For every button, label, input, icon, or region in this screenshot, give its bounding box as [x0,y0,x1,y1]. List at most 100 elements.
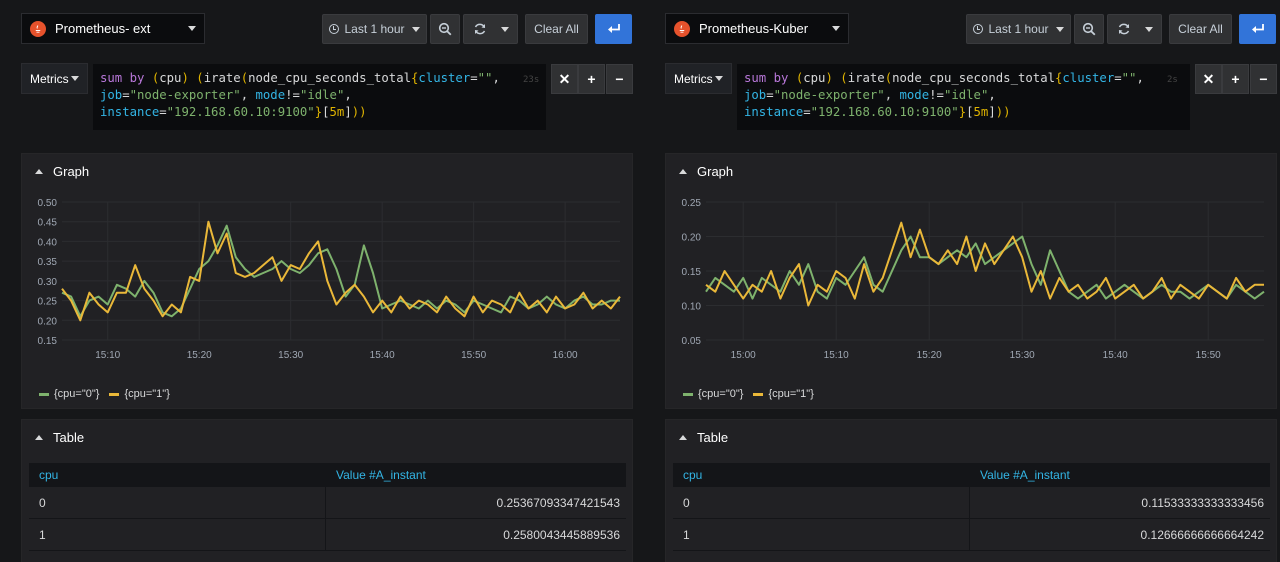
prometheus-logo-icon [674,20,690,37]
y-tick-label: 0.15 [38,336,58,347]
table-header-row: cpu Value #A_instant [29,463,626,487]
zoom-out-icon [1082,22,1096,36]
chevron-down-icon [411,26,420,32]
clear-all-label: Clear All [1178,22,1223,36]
graph-panel-header[interactable]: Graph [679,164,733,179]
add-query-button[interactable]: + [1222,64,1249,94]
x-tick-label: 15:40 [1103,350,1128,361]
cpu-line-chart[interactable]: 0.25 0.20 0.15 0.10 0.05 15:00 15:10 15:20 15:30… [666,182,1276,382]
metrics-button[interactable]: Metrics [665,63,732,94]
table-panel-header[interactable]: Table [35,430,84,445]
clock-icon [329,24,340,34]
legend-swatch [753,392,764,396]
y-tick-label: 0.25 [682,198,702,209]
clock-icon [973,24,984,34]
cell-value: 0.25367093347421543 [496,495,620,510]
query-line-1: sum by (cpu) (irate(node_cpu_seconds_tot… [744,71,1144,85]
time-range-label: Last 1 hour [988,22,1049,36]
column-header-cpu[interactable]: cpu [29,463,326,487]
graph-title: Graph [697,164,734,179]
y-tick-label: 0.10 [682,302,702,313]
collapse-icon [35,169,43,174]
query-hint: 2s [1167,75,1178,85]
x-tick-label: 15:20 [917,350,942,361]
metrics-button[interactable]: Metrics [21,63,88,94]
x-tick-label: 15:10 [95,350,120,361]
zoom-out-button[interactable] [1074,14,1104,44]
datasource-picker[interactable]: Prometheus- ext [21,13,205,44]
x-tick-label: 15:50 [461,350,486,361]
minus-icon: − [1259,71,1268,87]
remove-query-button[interactable]: ✕ [551,64,578,94]
datasource-picker[interactable]: Prometheus-Kuber [665,13,849,44]
remove-query-button[interactable]: ✕ [1195,64,1222,94]
query-editor[interactable]: sum by (cpu) (irate(node_cpu_seconds_tot… [93,64,546,130]
legend-item-cpu-1[interactable]: {cpu="1"} [109,388,170,400]
legend-label: {cpu="1"} [124,388,170,400]
enter-icon [1251,24,1264,33]
y-tick-label: 0.20 [682,233,702,244]
results-table: cpu Value #A_instant 0 0.115333333333334… [673,463,1270,551]
query-line-2: job="node-exporter", mode!="idle", [100,88,352,102]
collapse-icon [35,435,43,440]
query-hint: 23s [523,75,540,85]
clear-all-button[interactable]: Clear All [1169,14,1232,44]
refresh-picker[interactable] [463,14,518,44]
table-panel: Table cpu Value #A_instant 0 0.115333333… [665,419,1277,562]
legend-item-cpu-0[interactable]: {cpu="0"} [683,388,743,400]
explore-pane-right: Prometheus-Kuber Last 1 hour Clear All M… [654,0,1278,562]
time-range-label: Last 1 hour [344,22,405,36]
results-table: cpu Value #A_instant 0 0.253670933474215… [29,463,626,551]
legend-swatch [109,392,120,396]
cell-value: 0.12666666666664242 [1140,527,1264,542]
x-tick-label: 15:10 [824,350,849,361]
x-tick-label: 15:30 [278,350,303,361]
refresh-icon [474,23,485,35]
prometheus-logo-icon [30,20,46,37]
refresh-picker[interactable] [1107,14,1162,44]
y-tick-label: 0.25 [38,297,58,308]
time-range-picker[interactable]: Last 1 hour [966,14,1071,44]
y-tick-label: 0.45 [38,218,58,229]
time-range-picker[interactable]: Last 1 hour [322,14,427,44]
x-tick-label: 15:20 [187,350,212,361]
graph-panel-header[interactable]: Graph [35,164,89,179]
table-panel-header[interactable]: Table [679,430,728,445]
y-tick-label: 0.50 [38,198,58,209]
y-tick-label: 0.20 [38,316,58,327]
cell-cpu: 0 [673,487,970,518]
remove-row-button[interactable]: − [1250,64,1277,94]
chevron-down-icon [1055,26,1064,32]
chevron-down-icon [188,26,196,31]
explore-pane-left: Prometheus- ext Last 1 hour Clear All Me… [10,0,634,562]
legend-item-cpu-0[interactable]: {cpu="0"} [39,388,99,400]
add-query-button[interactable]: + [578,64,605,94]
minus-icon: − [615,71,624,87]
legend-label: {cpu="0"} [54,388,100,400]
zoom-out-button[interactable] [430,14,460,44]
remove-row-button[interactable]: − [606,64,633,94]
run-query-button[interactable] [595,14,632,44]
cell-cpu: 1 [673,519,970,550]
y-tick-label: 0.30 [38,277,58,288]
run-query-button[interactable] [1239,14,1276,44]
legend-item-cpu-1[interactable]: {cpu="1"} [753,388,814,400]
query-editor[interactable]: sum by (cpu) (irate(node_cpu_seconds_tot… [737,64,1190,130]
cpu-line-chart[interactable]: 0.50 0.45 0.40 0.35 0.30 0.25 0.20 0.15 15:10 15:… [22,182,632,382]
close-icon: ✕ [558,70,571,87]
column-header-value[interactable]: Value #A_instant [326,463,626,487]
graph-panel: Graph 0.25 0.20 0.15 0.10 0.05 15:00 15:10 15:2… [665,153,1277,409]
close-icon: ✕ [1202,70,1215,87]
legend-swatch [683,392,693,396]
x-tick-label: 15:00 [731,350,756,361]
legend-label: {cpu="1"} [768,388,814,400]
column-header-cpu[interactable]: cpu [673,463,970,487]
clear-all-button[interactable]: Clear All [525,14,588,44]
table-row: 1 0.2580043445889536 [29,519,626,551]
table-title: Table [53,430,85,445]
x-tick-label: 15:40 [370,350,395,361]
column-header-value[interactable]: Value #A_instant [970,463,1270,487]
enter-icon [607,24,620,33]
table-row: 0 0.25367093347421543 [29,487,626,519]
cell-value: 0.2580043445889536 [503,527,620,542]
